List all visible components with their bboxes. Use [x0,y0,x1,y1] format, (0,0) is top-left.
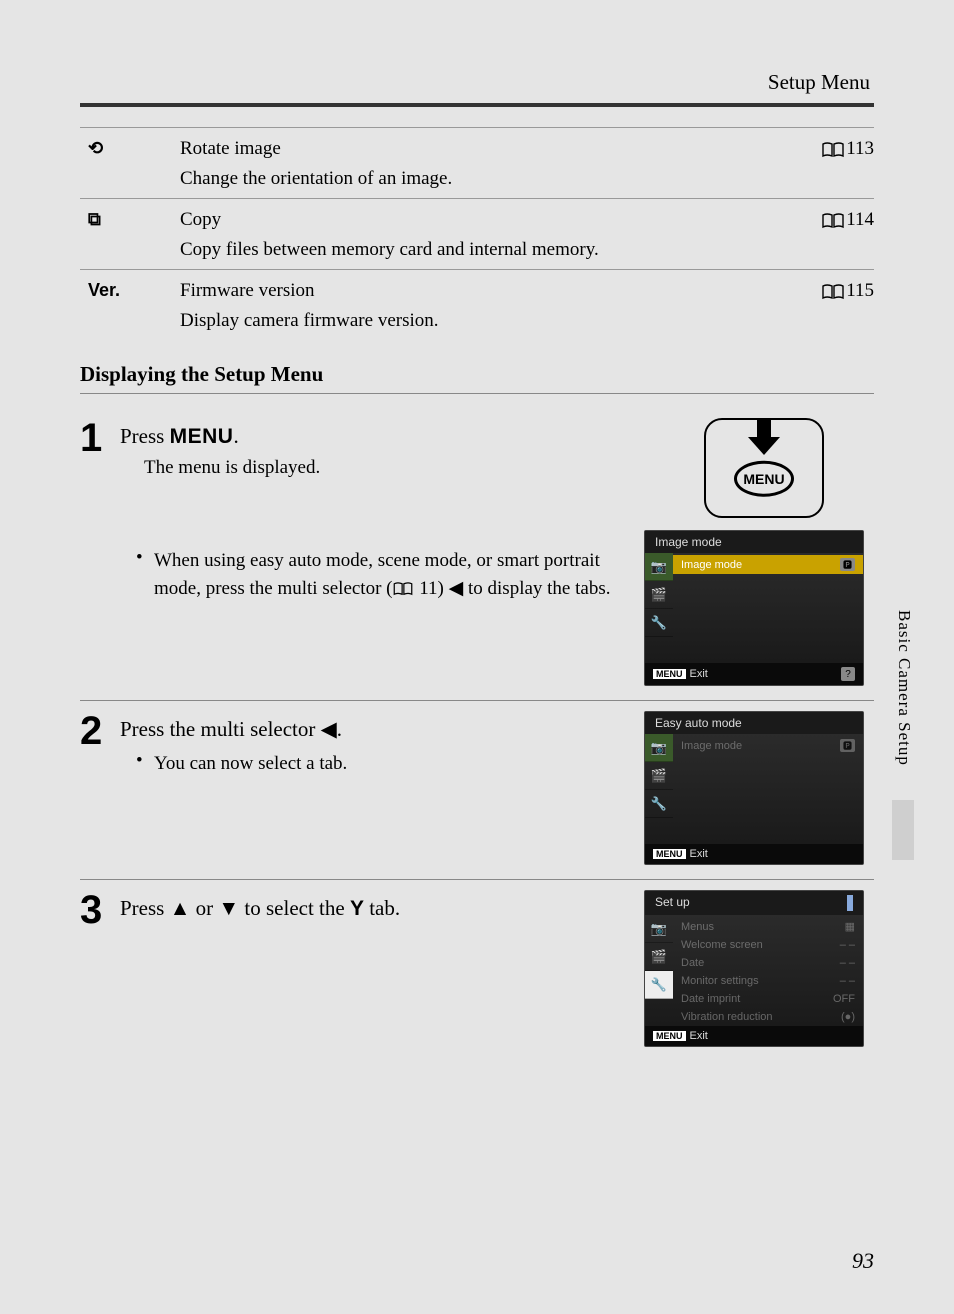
page-ref: 113 [774,128,874,165]
lcd-row: Date imprintOFF [673,990,863,1008]
lcd-footer: MENU Exit [645,844,863,864]
camera-tab-icon: 📷 [645,553,673,581]
table-row: Ver. Firmware version 115 [80,270,874,307]
book-icon [393,582,413,596]
side-tab-label: Basic Camera Setup [894,610,914,766]
menu-badge-icon: MENU [653,669,686,679]
page-ref: 114 [774,199,874,236]
lcd-row: Image mode 🅿︎ [673,736,863,755]
setup-table: ⟲ Rotate image 113 Change the orientatio… [80,127,874,340]
lcd-row: Date– – [673,954,863,972]
setup-item-title: Rotate image [180,128,774,165]
lcd-screenshot-3: Set up 📷 🎬 🔧 Menus▦ Welcome screen– – Da… [644,890,864,1047]
step-number: 1 [80,418,120,686]
book-icon [822,213,844,229]
header-divider [80,103,874,107]
step-title: Press MENU. [120,424,632,449]
lcd-row: Welcome screen– – [673,936,863,954]
lcd-title: Easy auto mode [645,712,863,734]
step-3: 3 Press ▲ or ▼ to select the Y tab. Set … [80,879,874,1047]
table-row-desc: Change the orientation of an image. [80,164,874,199]
lcd-footer: MENU Exit [645,1026,863,1046]
rotate-icon: ⟲ [88,138,103,158]
lcd-screenshot-2: Easy auto mode 📷 🎬 🔧 Image mode 🅿︎ [644,711,864,865]
book-icon [822,142,844,158]
menu-badge-icon: MENU [653,1031,686,1041]
lcd-screenshot-1: Image mode 📷 🎬 🔧 Image mode 🅿︎ [644,530,864,686]
camera-tab-icon: 📷 [645,734,673,762]
table-row-desc: Copy files between memory card and inter… [80,235,874,270]
step-2: 2 Press the multi selector ◀. • You can … [80,700,874,865]
step-note: The menu is displayed. [144,457,632,479]
wrench-icon-inline: Y [350,897,364,920]
movie-tab-icon: 🎬 [645,943,673,971]
table-row: ⟲ Rotate image 113 [80,128,874,165]
lcd-row-selected: Image mode 🅿︎ [673,555,863,574]
setup-item-title: Firmware version [180,270,774,307]
menu-badge-icon: MENU [653,849,686,859]
menu-button-label: MENU [734,461,794,497]
lcd-title: Image mode [645,531,863,553]
lcd-row: Menus▦ [673,917,863,936]
camera-tab-icon: 📷 [645,915,673,943]
table-row-desc: Display camera firmware version. [80,306,874,340]
table-row: ⧉ Copy 114 [80,199,874,236]
page-number: 93 [852,1248,874,1274]
lcd-row: Monitor settings– – [673,972,863,990]
divider [80,393,874,394]
lcd-title: Set up [645,891,863,915]
image-mode-value-icon: 🅿︎ [840,739,855,752]
side-tab-block [892,800,914,860]
step-title: Press the multi selector ◀. [120,717,632,742]
page-ref: 115 [774,270,874,307]
wrench-tab-icon: 🔧 [645,971,673,999]
image-mode-value-icon: 🅿︎ [840,558,855,571]
wrench-tab-icon: 🔧 [645,790,673,818]
ver-icon: Ver. [88,280,120,300]
lcd-row: Vibration reduction(●) [673,1008,863,1026]
setup-item-title: Copy [180,199,774,236]
scroll-indicator-icon [847,895,853,911]
subheading: Displaying the Setup Menu [80,362,874,387]
book-icon [822,284,844,300]
step-bullet: • You can now select a tab. [136,750,632,778]
help-icon: ? [841,667,855,681]
step-bullet: • When using easy auto mode, scene mode,… [136,547,632,602]
step-1: 1 Press MENU. The menu is displayed. • W… [80,408,874,686]
lcd-footer: MENU Exit ? [645,663,863,685]
menu-label-inline: MENU [170,425,234,448]
movie-tab-icon: 🎬 [645,762,673,790]
step-title: Press ▲ or ▼ to select the Y tab. [120,896,632,921]
step-number: 2 [80,711,120,865]
copy-icon: ⧉ [88,209,101,229]
page: Setup Menu ⟲ Rotate image 113 Change the… [0,0,954,1314]
movie-tab-icon: 🎬 [645,581,673,609]
section-title: Setup Menu [80,70,874,95]
step-number: 3 [80,890,120,1047]
wrench-tab-icon: 🔧 [645,609,673,637]
arrow-down-icon [748,418,780,455]
menu-button-graphic: MENU [704,418,824,518]
